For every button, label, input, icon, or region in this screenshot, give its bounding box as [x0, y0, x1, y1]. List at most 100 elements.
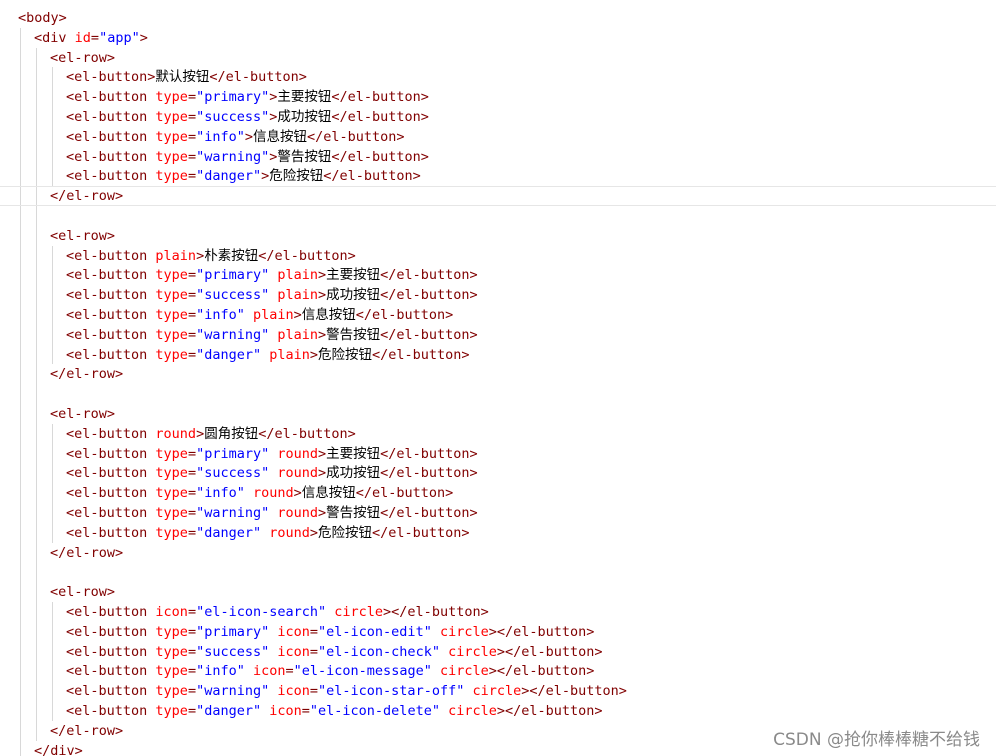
code-line[interactable]: <el-button type="warning" round>警告按钮</el… — [0, 503, 996, 523]
code-text-token: 成功按钮 — [326, 465, 381, 482]
code-tag-token: <el-button — [66, 128, 148, 145]
code-attr-value-token: "app" — [99, 29, 140, 46]
code-attr-name-token: type — [155, 307, 188, 323]
code-line[interactable]: <el-button type="success" icon="el-icon-… — [0, 642, 996, 662]
code-tag-token: </el-row> — [50, 366, 124, 383]
code-punct-token: = — [187, 109, 197, 125]
code-attr-value-token: "info" — [196, 307, 245, 323]
code-attr-name-token: plain — [277, 326, 319, 343]
code-line[interactable]: <div id="app"> — [0, 28, 996, 48]
code-text-token: 圆角按钮 — [204, 425, 259, 442]
code-punct-token: = — [187, 346, 197, 363]
code-line[interactable]: <el-button round>圆角按钮</el-button> — [0, 424, 996, 444]
code-line[interactable]: <body> — [0, 8, 996, 28]
code-tag-token: > — [196, 425, 205, 442]
code-line[interactable]: </el-row> — [0, 186, 996, 207]
code-attr-name-token: round — [269, 524, 310, 541]
code-attr-name-token: plain — [277, 267, 319, 284]
code-attr-name-token: type — [155, 168, 188, 185]
csdn-watermark: CSDN @抢你棒棒糖不给钱 — [773, 730, 980, 750]
code-line[interactable]: <el-button type="success" round>成功按钮</el… — [0, 463, 996, 483]
code-attr-name-token: type — [155, 465, 188, 482]
code-line[interactable]: <el-button type="primary">主要按钮</el-butto… — [0, 87, 996, 107]
code-text-token: 信息按钮 — [301, 485, 356, 502]
code-line[interactable]: <el-button type="warning" icon="el-icon-… — [0, 681, 996, 701]
code-attr-value-token: "el-icon-star-off" — [318, 683, 465, 700]
code-punct-token: = — [187, 445, 197, 462]
code-line[interactable]: <el-button type="warning" plain>警告按钮</el… — [0, 325, 996, 345]
code-attr-name-token: type — [155, 683, 188, 700]
code-line[interactable]: <el-button type="primary" plain>主要按钮</el… — [0, 265, 996, 285]
code-line[interactable]: <el-button type="info">信息按钮</el-button> — [0, 127, 996, 147]
code-punct-token: = — [187, 485, 197, 502]
code-tag-token: <el-button — [66, 445, 148, 462]
code-punct-token: = — [187, 168, 197, 185]
code-line[interactable] — [0, 384, 996, 404]
code-line[interactable]: <el-row> — [0, 48, 996, 68]
code-line[interactable]: <el-button type="success" plain>成功按钮</el… — [0, 285, 996, 305]
code-punct-token: = — [187, 643, 197, 660]
code-punct-token: = — [187, 326, 197, 343]
code-attr-name-token: type — [155, 623, 188, 640]
code-line[interactable]: <el-button type="danger" round>危险按钮</el-… — [0, 523, 996, 543]
code-punct-token: = — [187, 683, 197, 700]
code-line[interactable]: <el-button type="success">成功按钮</el-butto… — [0, 107, 996, 127]
code-line[interactable]: <el-button type="danger" plain>危险按钮</el-… — [0, 345, 996, 365]
code-tag-token: <el-button — [66, 505, 148, 521]
code-line[interactable]: </el-row> — [0, 543, 996, 563]
code-tag-token: <el-button — [66, 425, 148, 442]
code-attr-name-token: plain — [269, 346, 310, 363]
code-attr-name-token: icon — [277, 643, 310, 660]
code-attr-name-token: type — [155, 148, 188, 165]
code-attr-name-token: type — [155, 326, 188, 343]
code-attr-name-token: circle — [448, 643, 497, 660]
code-tag-token: </el-button> — [323, 168, 421, 185]
code-attr-name-token: type — [155, 505, 188, 521]
code-tag-token: > — [318, 505, 327, 521]
code-line[interactable]: <el-button icon="el-icon-search" circle>… — [0, 602, 996, 622]
code-attr-name-token: plain — [155, 247, 197, 264]
code-attr-name-token: type — [155, 109, 188, 125]
code-attr-name-token: type — [155, 267, 188, 284]
code-tag-token: <el-button — [66, 643, 148, 660]
code-line[interactable] — [0, 562, 996, 582]
code-attr-name-token: round — [277, 445, 319, 462]
code-attr-name-token: round — [155, 425, 197, 442]
code-line[interactable]: <el-button type="info" icon="el-icon-mes… — [0, 661, 996, 681]
code-line[interactable]: <el-button type="danger">危险按钮</el-button… — [0, 166, 996, 186]
code-editor[interactable]: <body> <div id="app"> <el-row> <el-button>默… — [0, 0, 996, 756]
code-tag-token: > — [318, 465, 327, 482]
code-line[interactable]: <el-button type="info" round>信息按钮</el-bu… — [0, 483, 996, 503]
code-attr-name-token: circle — [334, 604, 384, 620]
code-line[interactable]: <el-button type="primary" icon="el-icon-… — [0, 622, 996, 642]
code-line[interactable]: <el-row> — [0, 226, 996, 246]
code-attr-value-token: "primary" — [196, 267, 270, 284]
code-attr-value-token: "el-icon-delete" — [309, 703, 440, 719]
code-line[interactable]: <el-button type="primary" round>主要按钮</el… — [0, 444, 996, 464]
code-line[interactable] — [0, 206, 996, 226]
code-tag-token: <el-button — [66, 267, 148, 284]
code-line[interactable]: <el-row> — [0, 404, 996, 424]
code-tag-token: </el-row> — [50, 722, 124, 739]
code-attr-value-token: "primary" — [196, 445, 270, 462]
code-tag-token: <el-button — [66, 168, 148, 185]
code-line[interactable]: <el-button plain>朴素按钮</el-button> — [0, 246, 996, 266]
code-tag-token: > — [309, 524, 319, 541]
code-line[interactable]: <el-button type="danger" icon="el-icon-d… — [0, 701, 996, 721]
code-attr-value-token: "info" — [196, 128, 245, 145]
code-attr-value-token: "info" — [196, 663, 245, 680]
code-attr-value-token: "el-icon-search" — [196, 604, 327, 620]
code-tag-token: </el-row> — [50, 188, 124, 205]
code-tag-token: > — [139, 29, 148, 46]
code-line[interactable]: <el-row> — [0, 582, 996, 602]
code-line[interactable]: </el-row> — [0, 364, 996, 384]
code-tag-token: <el-row> — [50, 227, 116, 244]
code-line[interactable]: <el-button>默认按钮</el-button> — [0, 67, 996, 87]
code-attr-name-token: circle — [439, 663, 489, 680]
code-text-token: 信息按钮 — [253, 128, 307, 145]
code-punct-token: = — [187, 89, 197, 106]
code-line[interactable]: <el-button type="info" plain>信息按钮</el-bu… — [0, 305, 996, 325]
code-line[interactable]: <el-button type="warning">警告按钮</el-butto… — [0, 147, 996, 167]
code-attr-value-token: "success" — [196, 287, 270, 304]
